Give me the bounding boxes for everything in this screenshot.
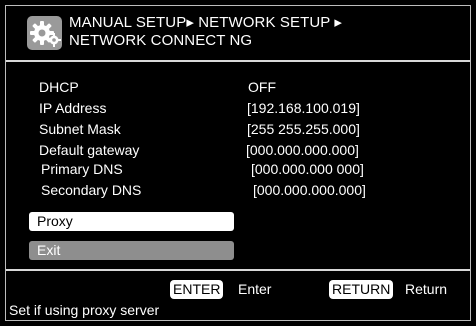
- gear-icon: [27, 16, 62, 50]
- dhcp-value: OFF: [248, 79, 276, 95]
- default-gateway-label: Default gateway: [39, 142, 140, 158]
- primary-dns-value: [000.000.000 000]: [251, 161, 364, 177]
- ip-address-value: [192.168.100.019]: [247, 100, 360, 116]
- header-divider: [6, 60, 470, 62]
- dhcp-label: DHCP: [39, 79, 79, 95]
- return-label: Return: [405, 281, 448, 297]
- exit-button[interactable]: Exit: [29, 241, 234, 260]
- enter-key-badge: ENTER: [170, 280, 224, 299]
- return-key-badge: RETURN: [329, 280, 394, 299]
- subnet-mask-label: Subnet Mask: [39, 121, 121, 137]
- proxy-button[interactable]: Proxy: [29, 212, 234, 231]
- breadcrumb-line-1: MANUAL SETUP▸ NETWORK SETUP ▸: [69, 14, 342, 31]
- secondary-dns-label: Secondary DNS: [41, 182, 142, 198]
- primary-dns-label: Primary DNS: [41, 161, 123, 177]
- breadcrumb-title: MANUAL SETUP▸ NETWORK SETUP ▸ NETWORK CO…: [69, 14, 342, 50]
- subnet-mask-value: [255 255.255.000]: [247, 121, 360, 137]
- secondary-dns-value: [000.000.000.000]: [253, 182, 366, 198]
- enter-label: Enter: [238, 281, 272, 297]
- status-message: Set if using proxy server: [9, 302, 160, 318]
- default-gateway-value: [000.000.000.000]: [246, 142, 359, 158]
- breadcrumb-line-2: NETWORK CONNECT NG: [69, 32, 253, 49]
- ip-address-label: IP Address: [39, 100, 107, 116]
- footer-divider: [6, 269, 470, 271]
